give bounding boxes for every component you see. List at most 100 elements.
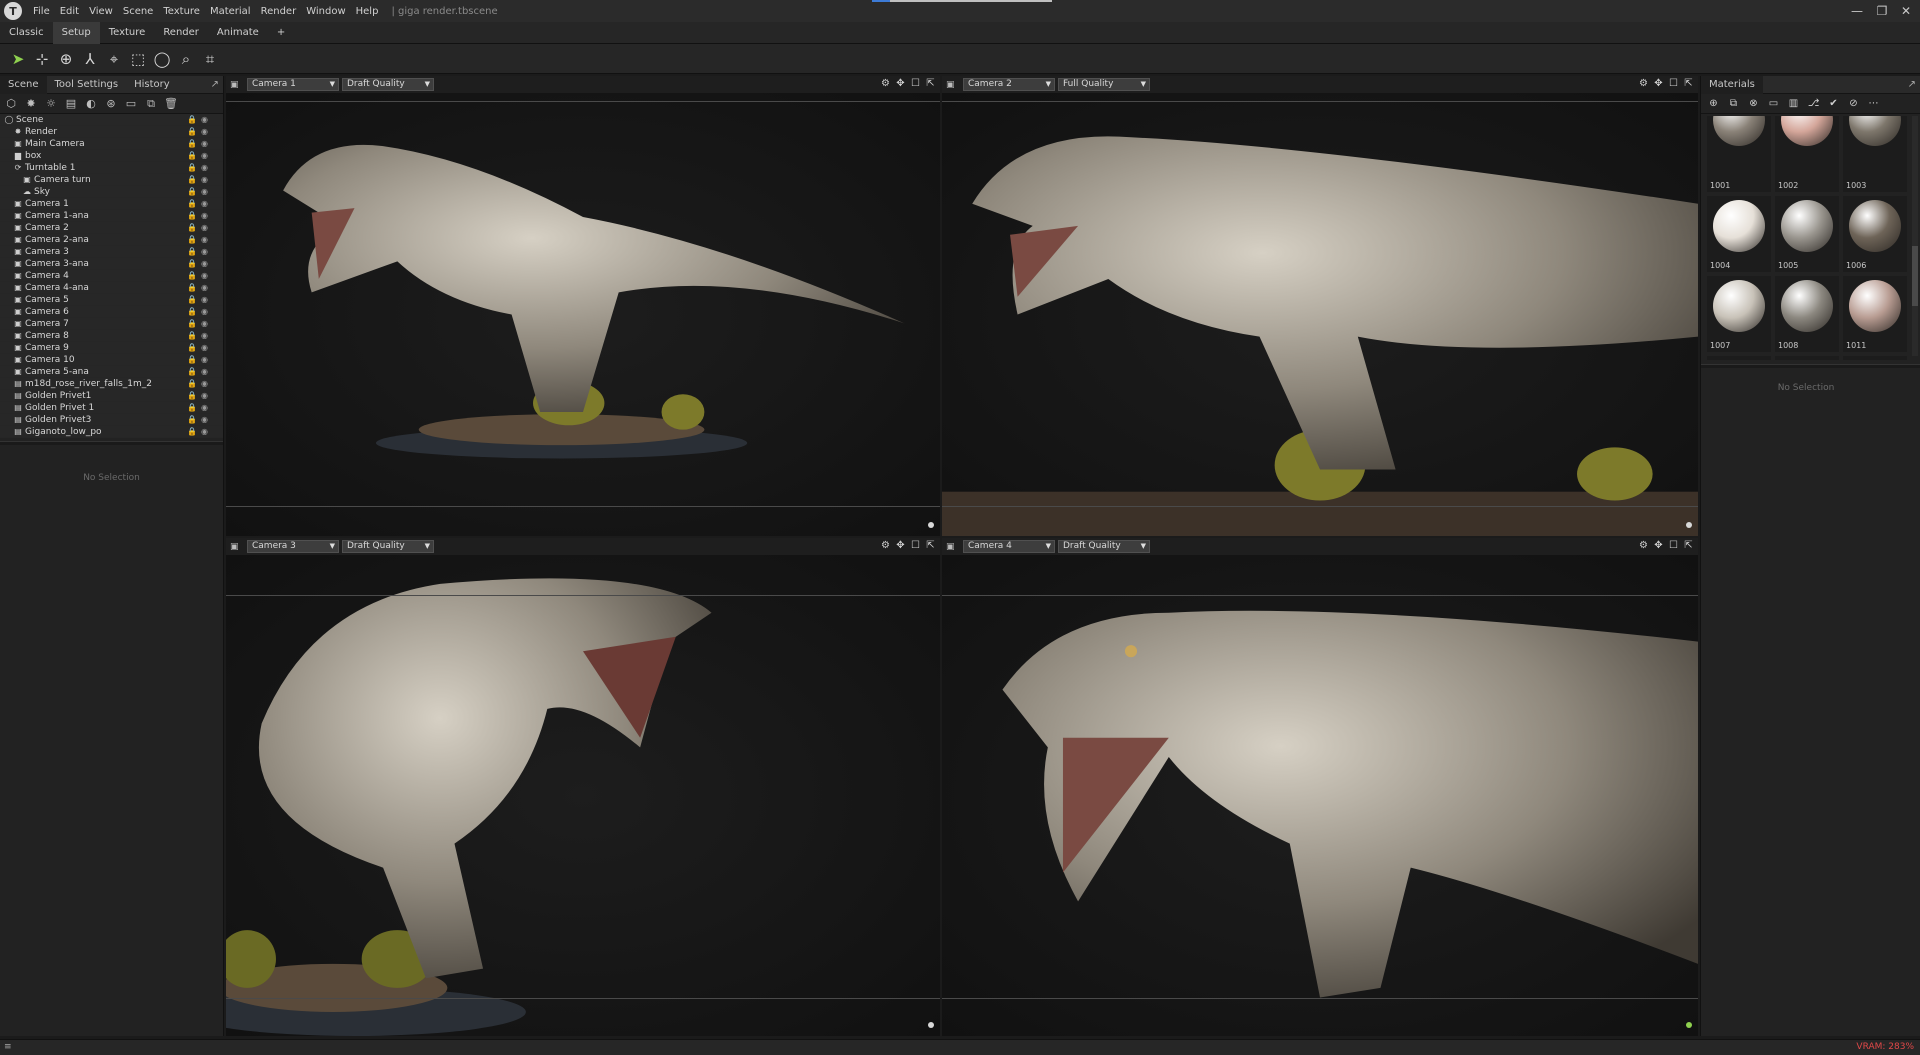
scene-tool-2-icon[interactable]: ☼ bbox=[44, 97, 58, 111]
frame-icon[interactable]: ☐ bbox=[910, 78, 921, 90]
tree-row[interactable]: ▣ Main Camera 🔒 ◉ bbox=[0, 138, 223, 150]
maximize-icon[interactable]: ⇱ bbox=[925, 78, 936, 90]
quality-select[interactable]: Draft Quality ▼ bbox=[342, 540, 434, 553]
quality-select[interactable]: Full Quality ▼ bbox=[1058, 78, 1150, 91]
turntable-tool-icon[interactable]: ⌖ bbox=[102, 47, 126, 71]
eye-icon[interactable]: ◉ bbox=[201, 234, 208, 246]
lock-icon[interactable]: 🔒 bbox=[187, 246, 197, 258]
scene-tool-6-icon[interactable]: ▭ bbox=[124, 97, 138, 111]
tree-row[interactable]: ▣ Camera 4 🔒 ◉ bbox=[0, 270, 223, 282]
rect-select-icon[interactable]: ⬚ bbox=[126, 47, 150, 71]
lock-icon[interactable]: 🔒 bbox=[187, 162, 197, 174]
camera-select[interactable]: Camera 1 ▼ bbox=[247, 78, 339, 91]
camera-select[interactable]: Camera 2 ▼ bbox=[963, 78, 1055, 91]
frame-icon[interactable]: ☐ bbox=[1668, 540, 1679, 552]
lock-icon[interactable]: 🔒 bbox=[187, 282, 197, 294]
menu-texture[interactable]: Texture bbox=[158, 6, 205, 17]
menu-render[interactable]: Render bbox=[256, 6, 302, 17]
eye-icon[interactable]: ◉ bbox=[201, 426, 208, 438]
eye-icon[interactable]: ◉ bbox=[201, 330, 208, 342]
maximize-button[interactable]: ❐ bbox=[1871, 2, 1893, 20]
eye-icon[interactable]: ◉ bbox=[201, 114, 208, 126]
lock-icon[interactable]: 🔒 bbox=[187, 222, 197, 234]
render-preview[interactable] bbox=[226, 555, 940, 1036]
lock-icon[interactable]: 🔒 bbox=[187, 174, 197, 186]
tab-scene[interactable]: Scene bbox=[0, 75, 47, 94]
material-tool-8-icon[interactable]: ⋯ bbox=[1867, 98, 1880, 109]
frame-icon[interactable]: ☐ bbox=[910, 540, 921, 552]
tree-row[interactable]: ▣ Camera 4-ana 🔒 ◉ bbox=[0, 282, 223, 294]
tree-row[interactable]: ▆ box 🔒 ◉ bbox=[0, 150, 223, 162]
viewport-canvas[interactable] bbox=[942, 555, 1698, 1036]
quality-select[interactable]: Draft Quality ▼ bbox=[1058, 540, 1150, 553]
workspace-tab-setup[interactable]: Setup bbox=[52, 21, 100, 44]
lock-icon[interactable]: 🔒 bbox=[187, 342, 197, 354]
scene-tool-0-icon[interactable]: ⬡ bbox=[4, 97, 18, 111]
material-swatch[interactable]: 1002 bbox=[1775, 116, 1839, 192]
render-preview[interactable] bbox=[942, 93, 1698, 536]
tree-row[interactable]: ▤ m18d_rose_river_falls_1m_2 🔒 ◉ bbox=[0, 378, 223, 390]
lock-icon[interactable]: 🔒 bbox=[187, 306, 197, 318]
material-swatch[interactable] bbox=[1843, 356, 1907, 360]
camera-select[interactable]: Camera 4 ▼ bbox=[963, 540, 1055, 553]
scene-tool-4-icon[interactable]: ◐ bbox=[84, 97, 98, 111]
tree-row[interactable]: ⟳ Turntable 1 🔒 ◉ bbox=[0, 162, 223, 174]
lock-icon[interactable]: 🔒 bbox=[187, 366, 197, 378]
material-swatch[interactable]: 1005 bbox=[1775, 196, 1839, 272]
settings-icon[interactable]: ⚙ bbox=[1638, 540, 1649, 552]
eye-icon[interactable]: ◉ bbox=[201, 162, 208, 174]
render-preview[interactable] bbox=[226, 93, 940, 536]
eye-icon[interactable]: ◉ bbox=[201, 222, 208, 234]
eye-icon[interactable]: ◉ bbox=[201, 402, 208, 414]
viewport-canvas[interactable] bbox=[226, 93, 940, 536]
tree-row[interactable]: ◯ Scene 🔒 ◉ bbox=[0, 114, 223, 126]
maximize-icon[interactable]: ⇱ bbox=[1683, 540, 1694, 552]
eye-icon[interactable]: ◉ bbox=[201, 366, 208, 378]
lock-icon[interactable]: 🔒 bbox=[187, 210, 197, 222]
lock-icon[interactable]: 🔒 bbox=[187, 378, 197, 390]
scene-tree[interactable]: ◯ Scene 🔒 ◉ ✸ Render 🔒 ◉ ▣ Main Camera 🔒 ◉ ▆ box 🔒 ◉ ⟳ Tu… bbox=[0, 114, 223, 441]
eye-icon[interactable]: ◉ bbox=[201, 270, 208, 282]
tree-row[interactable]: ▤ Golden Privet1 🔒 ◉ bbox=[0, 390, 223, 402]
tree-row[interactable]: ▣ Camera 6 🔒 ◉ bbox=[0, 306, 223, 318]
lock-icon[interactable]: 🔒 bbox=[187, 270, 197, 282]
lock-icon[interactable]: 🔒 bbox=[187, 126, 197, 138]
material-tool-6-icon[interactable]: ✔ bbox=[1827, 98, 1840, 109]
material-swatch[interactable] bbox=[1707, 356, 1771, 360]
lock-icon[interactable]: 🔒 bbox=[187, 390, 197, 402]
material-tool-7-icon[interactable]: ⊘ bbox=[1847, 98, 1860, 109]
material-tool-4-icon[interactable]: ▥ bbox=[1787, 98, 1800, 109]
undock-icon[interactable]: ↗ bbox=[1908, 79, 1916, 90]
workspace-tab-texture[interactable]: Texture bbox=[100, 22, 155, 44]
viewport-camera-3[interactable]: ▣ Camera 3 ▼ Draft Quality ▼ ⚙ ✥ ☐ ⇱ bbox=[226, 538, 940, 1036]
frame-icon[interactable]: ☐ bbox=[1668, 78, 1679, 90]
scale-tool-icon[interactable]: ⅄ bbox=[78, 47, 102, 71]
pan-icon[interactable]: ✥ bbox=[895, 540, 906, 552]
lock-icon[interactable]: 🔒 bbox=[187, 294, 197, 306]
scene-tool-1-icon[interactable]: ✸ bbox=[24, 97, 38, 111]
polygon-select-icon[interactable]: ⌗ bbox=[198, 47, 222, 71]
material-swatch[interactable] bbox=[1775, 356, 1839, 360]
tree-row[interactable]: ▣ Camera 9 🔒 ◉ bbox=[0, 342, 223, 354]
lock-icon[interactable]: 🔒 bbox=[187, 414, 197, 426]
circle-select-icon[interactable]: ◯ bbox=[150, 47, 174, 71]
material-swatch[interactable]: 1011 bbox=[1843, 276, 1907, 352]
rotate-tool-icon[interactable]: ⊕ bbox=[54, 47, 78, 71]
lock-icon[interactable]: 🔒 bbox=[187, 186, 197, 198]
tree-row[interactable]: ▣ Camera 2-ana 🔒 ◉ bbox=[0, 234, 223, 246]
tree-row[interactable]: ▤ Golden Privet3 🔒 ◉ bbox=[0, 414, 223, 426]
tree-row[interactable]: ▣ Camera turn 🔒 ◉ bbox=[0, 174, 223, 186]
tab-history[interactable]: History bbox=[126, 76, 178, 94]
material-swatch[interactable]: 1008 bbox=[1775, 276, 1839, 352]
material-swatch[interactable]: 1004 bbox=[1707, 196, 1771, 272]
menu-scene[interactable]: Scene bbox=[118, 6, 159, 17]
lock-icon[interactable]: 🔒 bbox=[187, 114, 197, 126]
eye-icon[interactable]: ◉ bbox=[201, 174, 208, 186]
maximize-icon[interactable]: ⇱ bbox=[1683, 78, 1694, 90]
lock-icon[interactable]: 🔒 bbox=[187, 330, 197, 342]
lock-icon[interactable]: 🔒 bbox=[187, 426, 197, 438]
eye-icon[interactable]: ◉ bbox=[201, 342, 208, 354]
eye-icon[interactable]: ◉ bbox=[201, 150, 208, 162]
menu-edit[interactable]: Edit bbox=[55, 6, 84, 17]
lock-icon[interactable]: 🔒 bbox=[187, 234, 197, 246]
